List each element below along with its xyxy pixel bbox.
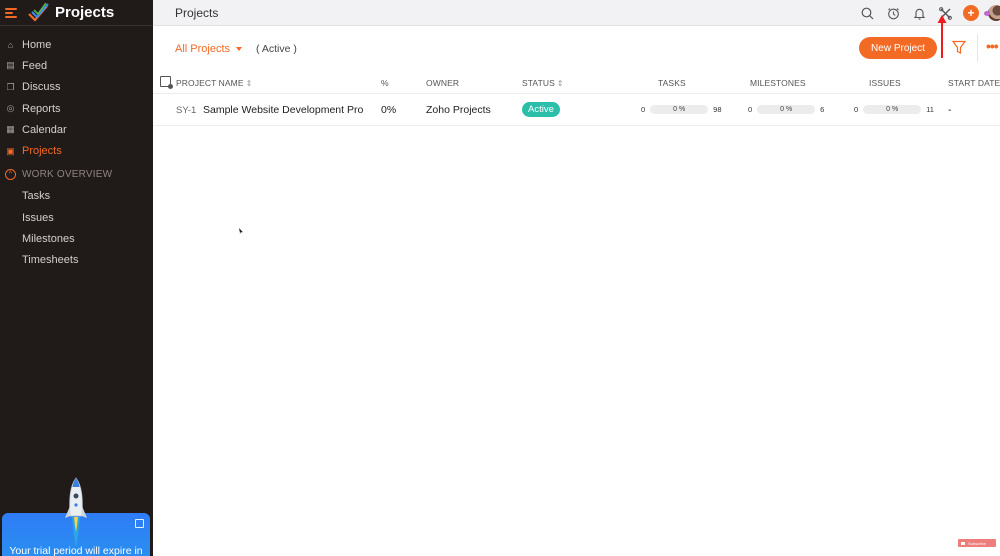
caret-down-icon [236, 47, 243, 51]
project-name-link[interactable]: Sample Website Development Pro [203, 104, 363, 116]
header-label: PROJECT NAME [176, 78, 244, 88]
briefcase-icon: ▣ [6, 145, 15, 156]
new-project-button[interactable]: New Project [859, 37, 937, 59]
filter-bar: All Projects ( Active ) New Project ••• [153, 26, 1000, 70]
top-bar: Projects + [153, 0, 1000, 26]
project-id: SY-1 [176, 105, 197, 116]
header-issues: ISSUES [869, 78, 901, 88]
header-owner: OWNER [426, 78, 460, 88]
notifications-button[interactable] [906, 0, 932, 26]
sidebar-item-milestones[interactable]: Milestones [0, 228, 153, 249]
timer-button[interactable] [880, 0, 906, 26]
subscribe-label: Subscribe [968, 540, 986, 546]
column-settings-icon[interactable] [160, 76, 173, 89]
progress-label: 0 % [886, 106, 899, 113]
issues-progress-bar: 0 % [863, 105, 922, 114]
minimize-icon[interactable] [135, 519, 144, 528]
sidebar-item-label: Calendar [22, 123, 67, 136]
project-owner: Zoho Projects [426, 104, 491, 116]
sidebar-item-tasks[interactable]: Tasks [0, 186, 153, 207]
header-start-date: START DATE [948, 78, 1000, 88]
view-label: All Projects [175, 43, 231, 55]
sidebar-item-home[interactable]: ⌂ Home [0, 34, 153, 55]
progress-label: 0 % [780, 106, 793, 113]
tasks-progress: 0 0 % 98 [641, 105, 722, 114]
sidebar-nav: ⌂ Home ▤ Feed ❐ Discuss ◎ Reports ▦ Cale… [0, 34, 153, 271]
issues-progress: 0 0 % 11 [854, 105, 934, 114]
work-overview-toggle[interactable]: ^ WORK OVERVIEW [0, 164, 153, 186]
sidebar-item-reports[interactable]: ◎ Reports [0, 98, 153, 119]
rocket-icon [65, 477, 87, 548]
table-header: PROJECT NAME ⇕ % OWNER STATUS ⇕ TASKS MILE… [153, 70, 1000, 94]
add-icon: + [963, 5, 979, 21]
header-status[interactable]: STATUS ⇕ [522, 78, 564, 88]
header-milestones: MILESTONES [750, 78, 806, 88]
subscribe-watermark: Subscribe [958, 539, 996, 547]
top-icons: + [854, 0, 1000, 26]
add-button[interactable]: + [958, 0, 984, 26]
milestones-progress-bar: 0 % [757, 105, 816, 114]
app-window: Projects ⌂ Home ▤ Feed ❐ Discuss ◎ Repor… [0, 0, 1000, 556]
search-button[interactable] [854, 0, 880, 26]
calendar-icon: ▦ [6, 124, 15, 135]
progress-label: 0 % [673, 106, 686, 113]
reports-icon: ◎ [6, 103, 15, 114]
sidebar-item-issues[interactable]: Issues [0, 207, 153, 228]
discuss-icon: ❐ [6, 81, 15, 92]
sidebar: Projects ⌂ Home ▤ Feed ❐ Discuss ◎ Repor… [0, 0, 153, 556]
sort-icon: ⇕ [556, 79, 564, 88]
start-date: - [948, 104, 952, 116]
sidebar-item-label: Discuss [22, 81, 61, 94]
zoho-projects-logo-icon [28, 2, 49, 22]
sidebar-item-calendar[interactable]: ▦ Calendar [0, 119, 153, 140]
table-row[interactable]: SY-1 Sample Website Development Pro 0% Z… [153, 94, 1000, 126]
sidebar-item-label: Home [22, 38, 52, 51]
feed-icon: ▤ [6, 60, 15, 71]
sidebar-item-projects[interactable]: ▣ Projects [0, 140, 153, 161]
header-project-name[interactable]: PROJECT NAME ⇕ [176, 78, 252, 88]
sidebar-item-feed[interactable]: ▤ Feed [0, 55, 153, 76]
issues-total: 11 [926, 105, 934, 114]
status-filter-label: ( Active ) [256, 43, 297, 55]
chevron-up-icon: ^ [5, 169, 16, 181]
bell-icon [913, 8, 925, 20]
tasks-progress-bar: 0 % [650, 105, 709, 114]
more-options-icon[interactable]: ••• [986, 38, 1000, 54]
header-percent: % [381, 78, 389, 88]
status-badge[interactable]: Active [522, 102, 560, 117]
sort-icon: ⇕ [245, 79, 253, 88]
page-title: Projects [175, 5, 219, 20]
tasks-done: 0 [641, 105, 646, 114]
sidebar-item-discuss[interactable]: ❐ Discuss [0, 77, 153, 98]
project-view-dropdown[interactable]: All Projects [175, 43, 243, 55]
brand-bar: Projects [0, 0, 153, 26]
milestones-progress: 0 0 % 6 [748, 105, 824, 114]
header-label: STATUS [522, 78, 555, 88]
milestones-done: 0 [748, 105, 753, 114]
timer-icon [887, 7, 899, 19]
sidebar-item-label: Reports [22, 102, 61, 115]
avatar[interactable] [984, 5, 1000, 21]
sidebar-item-timesheets[interactable]: Timesheets [0, 250, 153, 271]
header-tasks: TASKS [658, 78, 686, 88]
project-percent: 0% [381, 104, 397, 116]
brand-title: Projects [55, 4, 115, 21]
section-title: WORK OVERVIEW [22, 169, 113, 181]
issues-done: 0 [854, 105, 859, 114]
youtube-icon [961, 541, 965, 545]
search-icon [861, 7, 873, 19]
milestones-total: 6 [820, 105, 825, 114]
divider [977, 34, 978, 62]
sidebar-item-label: Projects [22, 145, 62, 158]
home-icon: ⌂ [7, 39, 14, 50]
tasks-total: 98 [713, 105, 722, 114]
hamburger-menu-icon[interactable] [5, 7, 17, 18]
main-content: Projects + All Projects (Active) New P… [153, 0, 1000, 556]
sidebar-item-label: Feed [22, 59, 48, 72]
filter-icon[interactable] [951, 39, 967, 55]
